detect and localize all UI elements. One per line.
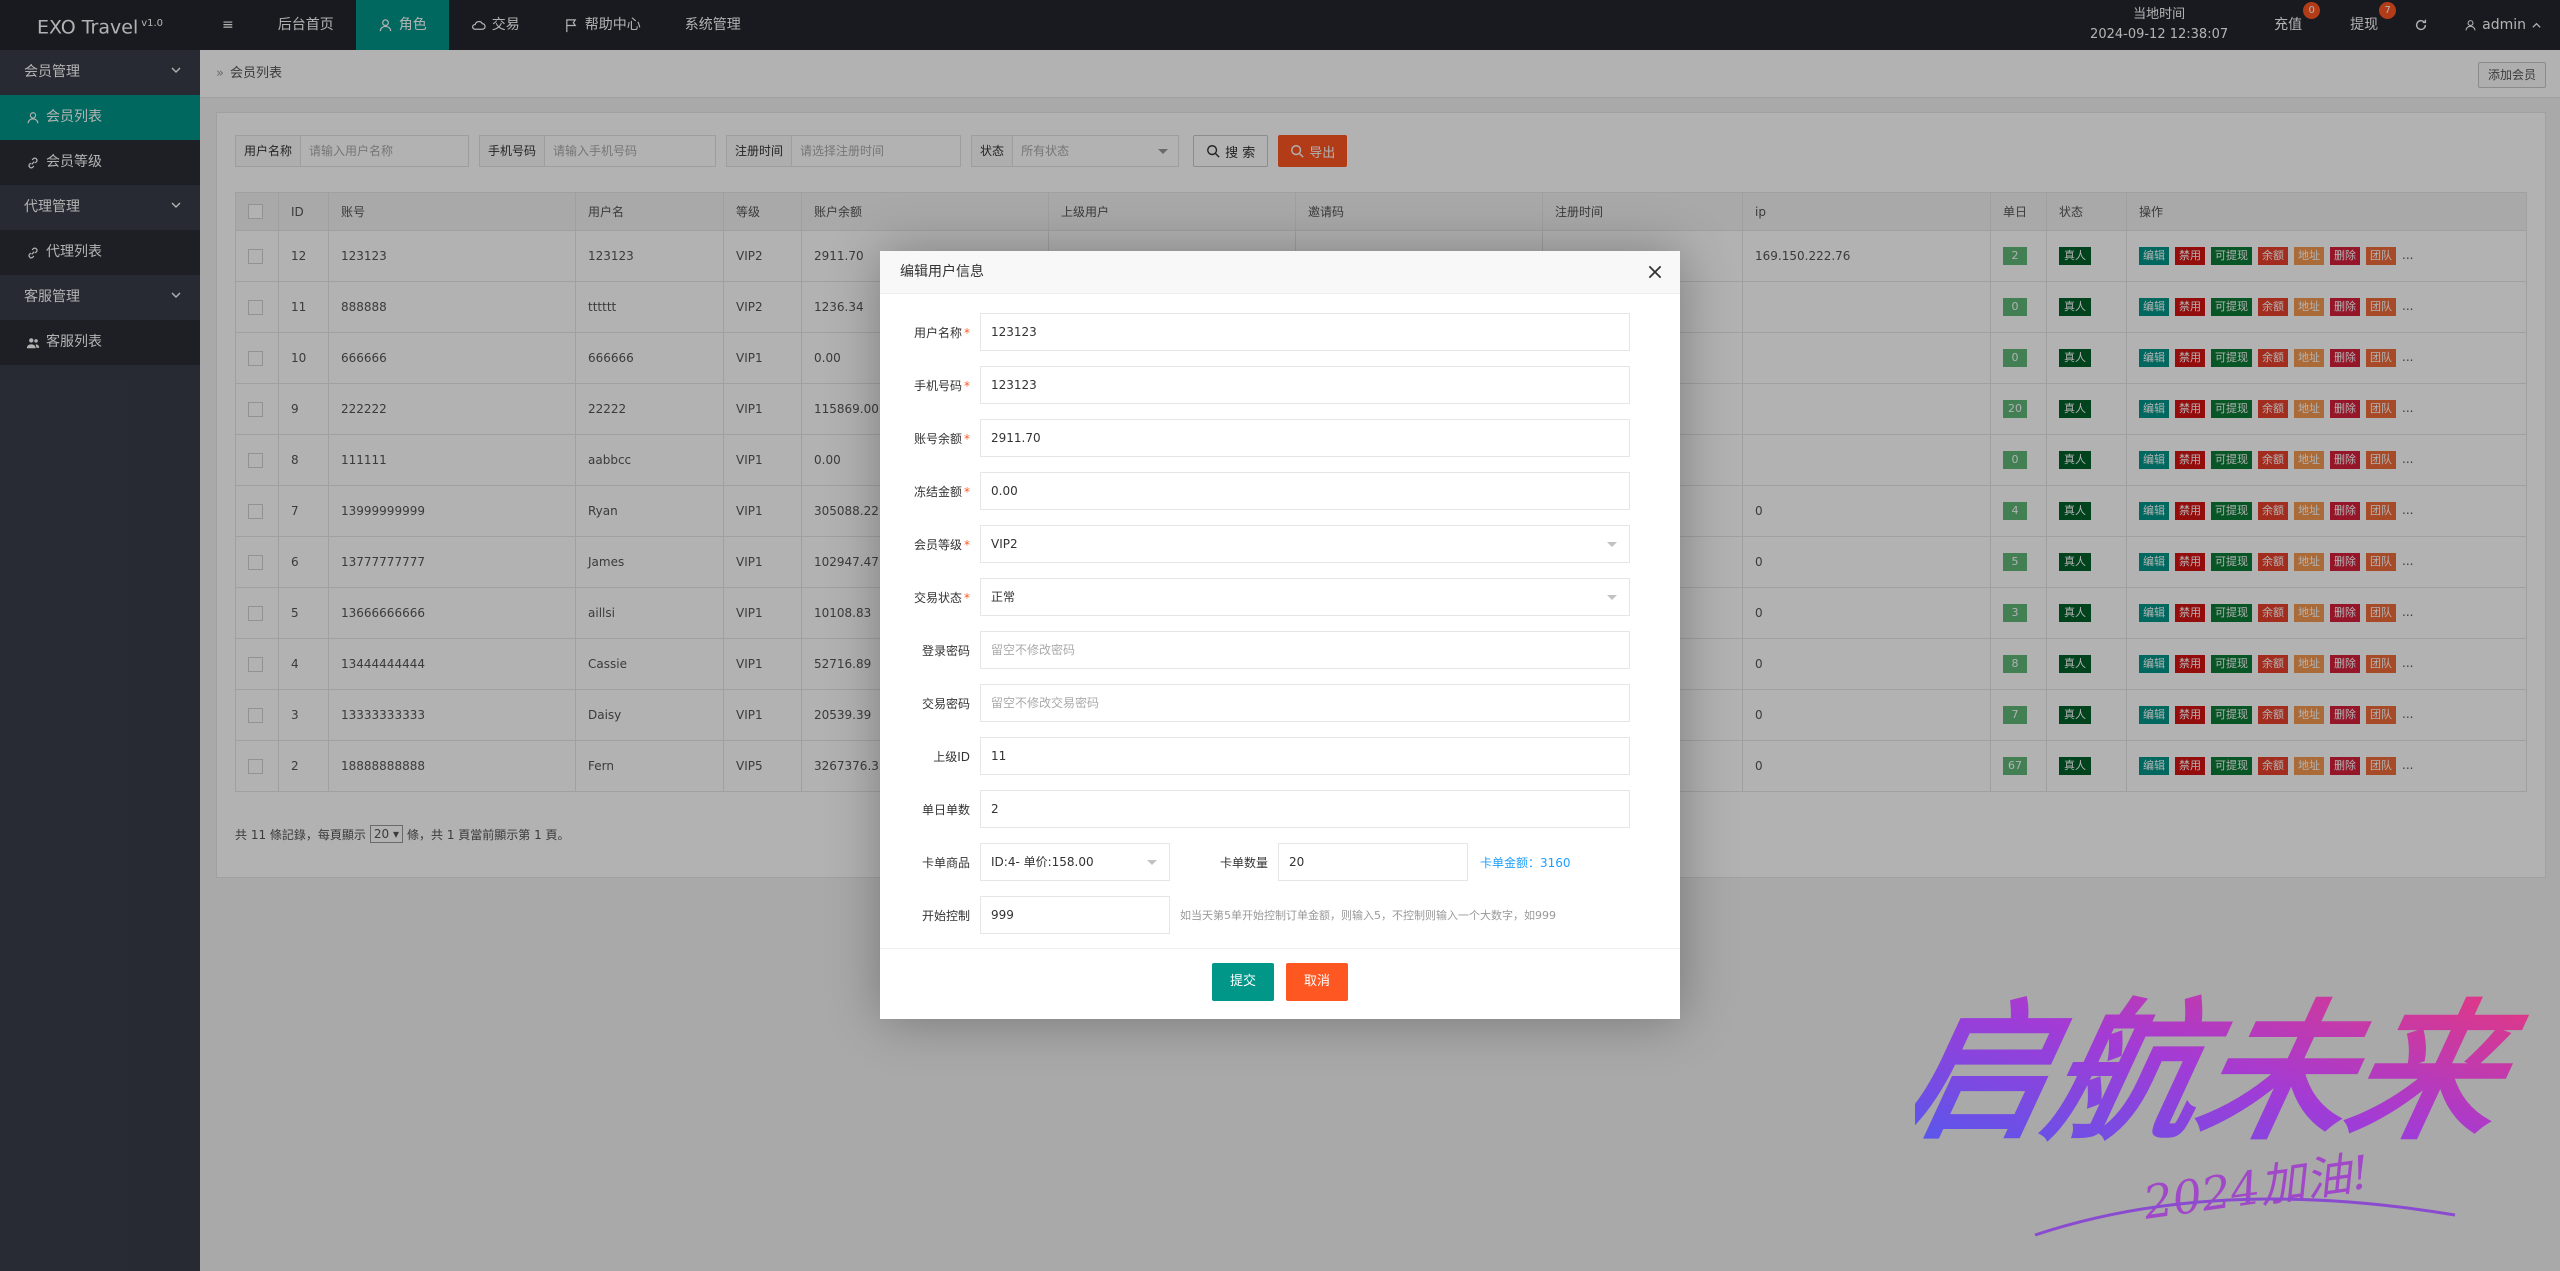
card-qty-field[interactable]: 20 (1278, 843, 1468, 881)
trade-password-field[interactable]: 留空不修改交易密码 (980, 684, 1630, 722)
watermark-logo: 启航未来 2024加油! (1915, 985, 2536, 1237)
balance-label: 账号余额 * (913, 431, 970, 446)
trade-status-select[interactable]: 正常 (980, 578, 1630, 616)
start-control-hint: 如当天第5单开始控制订单金额，则输入5，不控制则输入一个大数字，如999 (1180, 909, 1556, 922)
submit-button[interactable]: 提交 (1211, 963, 1274, 1001)
trade-status-label: 交易状态 * (913, 590, 970, 605)
level-select[interactable]: VIP2 (980, 525, 1630, 563)
login-password-field[interactable]: 留空不修改密码 (980, 631, 1630, 669)
level-label: 会员等级 * (913, 537, 970, 552)
daily-orders-field[interactable]: 2 (980, 790, 1630, 828)
watermark-text: 启航未来 (1915, 985, 2536, 1161)
balance-field[interactable]: 2911.70 (980, 419, 1630, 457)
start-control-label: 开始控制 (921, 908, 970, 923)
card-total-text: 卡单金额：3160 (1480, 855, 1571, 870)
cancel-button[interactable]: 取消 (1286, 963, 1349, 1001)
modal-divider (880, 948, 1680, 949)
frozen-label: 冻结金额 * (913, 484, 970, 499)
phone-label: 手机号码 * (913, 378, 970, 393)
start-control-field[interactable]: 999 (980, 896, 1170, 934)
phone-field[interactable]: 123123 (980, 366, 1630, 404)
card-product-label: 卡单商品 (921, 855, 970, 870)
parent-id-label: 上级ID (933, 749, 970, 764)
card-product-select[interactable]: ID:4- 单价:158.00 (980, 843, 1170, 881)
close-icon[interactable] (1646, 263, 1664, 281)
daily-orders-label: 单日单数 (921, 802, 970, 817)
login-password-label: 登录密码 (921, 643, 970, 658)
edit-user-modal: 编辑用户信息 用户名称 * 123123 手机号码 * 123123 账号余额 * 2… (880, 251, 1680, 1019)
modal-buttons: 提交 取消 (880, 963, 1680, 1001)
card-qty-label: 卡单数量 (1219, 855, 1268, 870)
parent-id-field[interactable]: 11 (980, 737, 1630, 775)
username-label: 用户名称 * (913, 325, 970, 340)
trade-password-label: 交易密码 (921, 696, 970, 711)
modal-title: 编辑用户信息 (880, 251, 1680, 294)
username-field[interactable]: 123123 (980, 313, 1630, 351)
frozen-field[interactable]: 0.00 (980, 472, 1630, 510)
